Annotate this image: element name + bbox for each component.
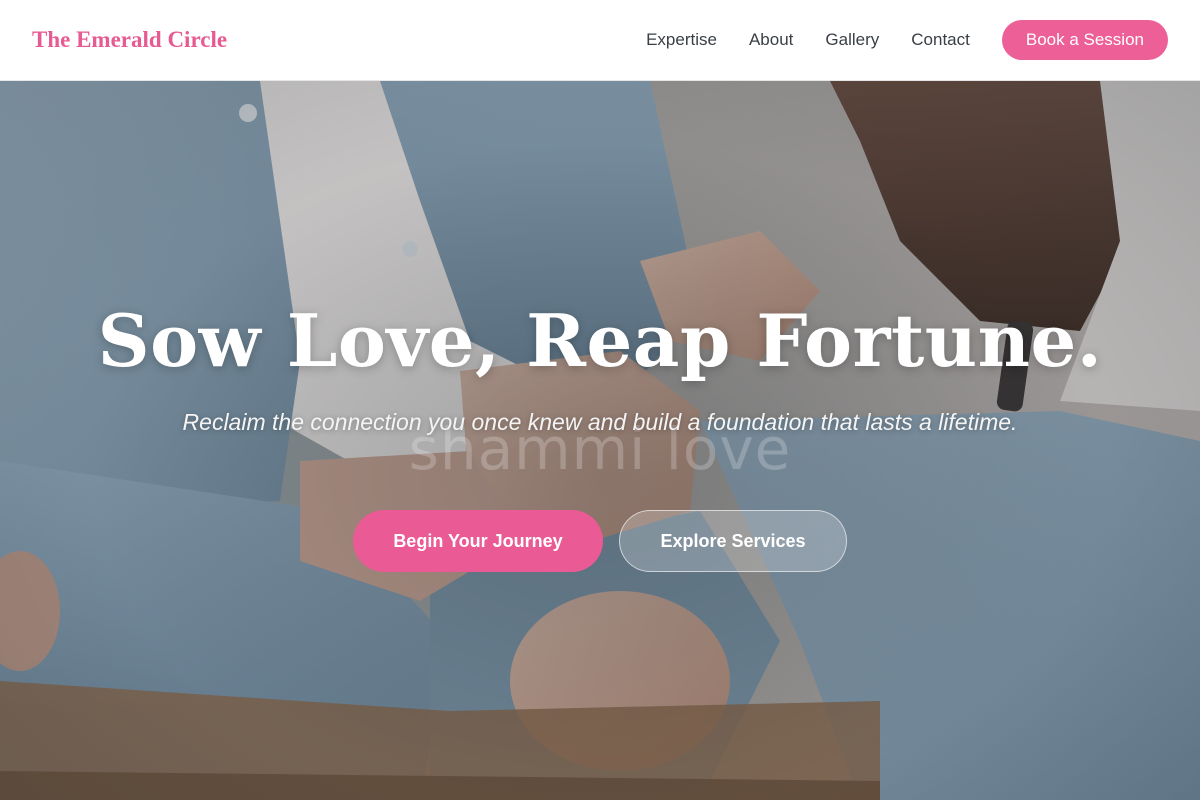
- site-header: The Emerald Circle Expertise About Galle…: [0, 0, 1200, 81]
- explore-services-button[interactable]: Explore Services: [619, 510, 847, 572]
- hero-subheadline: Reclaim the connection you once knew and…: [182, 409, 1018, 435]
- book-session-button[interactable]: Book a Session: [1001, 20, 1168, 60]
- nav-link-contact[interactable]: Contact: [911, 30, 970, 50]
- nav-link-expertise[interactable]: Expertise: [646, 30, 717, 50]
- brand-logo[interactable]: The Emerald Circle: [32, 27, 227, 53]
- hero-headline: Sow Love, Reap Fortune.: [97, 298, 1103, 383]
- main-nav: Expertise About Gallery Contact Book a S…: [646, 20, 1168, 60]
- hero-section: Sow Love, Reap Fortune. shammi love Recl…: [0, 81, 1200, 800]
- nav-link-gallery[interactable]: Gallery: [825, 30, 879, 50]
- nav-link-about[interactable]: About: [749, 30, 793, 50]
- begin-journey-button[interactable]: Begin Your Journey: [353, 510, 603, 572]
